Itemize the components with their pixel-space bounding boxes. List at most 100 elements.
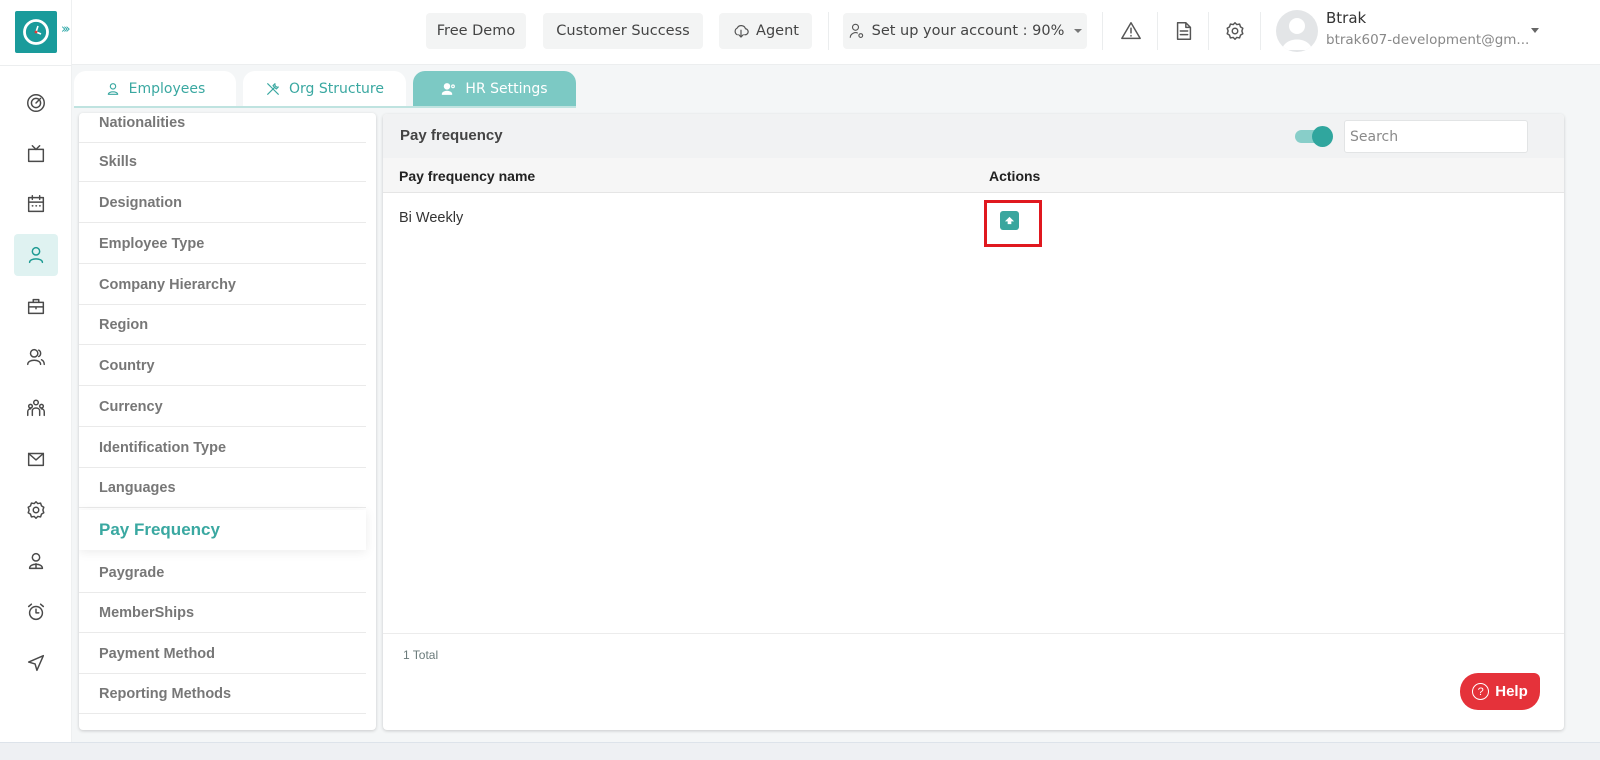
menu-item-label: Languages [99,479,176,496]
gear-icon [1226,22,1244,40]
free-demo-label: Free Demo [436,23,516,39]
menu-item-region[interactable]: Region [79,305,366,345]
document-icon [1176,22,1192,40]
tabs-underline [74,106,576,108]
panel-title: Pay frequency [400,127,503,144]
menu-item-company-hierarchy[interactable]: Company Hierarchy [79,265,366,305]
avatar[interactable] [1276,10,1318,52]
pay-frequency-name-cell: Bi Weekly [399,210,464,226]
user-menu-caret-icon[interactable] [1531,28,1539,33]
users-icon [27,348,45,366]
agent-button[interactable]: Agent [719,13,812,49]
rail-item-profile[interactable] [14,540,58,582]
app-logo[interactable] [15,11,57,53]
left-rail: ››› [0,0,72,760]
user-settings-icon [442,83,456,95]
warning-icon [1121,22,1141,40]
document-button[interactable] [1171,18,1197,44]
rail-item-timer[interactable] [14,591,58,633]
settings-icon [27,501,45,519]
footer-divider [383,633,1564,634]
rail-item-users[interactable] [14,336,58,378]
pay-frequency-panel: Pay frequency Pay frequency name Actions… [383,114,1564,730]
chevron-down-icon [1074,29,1083,33]
top-separator [1260,12,1261,50]
help-button[interactable]: ? Help [1460,673,1540,710]
profile-icon [28,552,44,570]
hr-settings-menu: Nationalities Skills Designation Employe… [79,113,376,730]
menu-item-reporting-methods[interactable]: Reporting Methods [79,674,366,714]
menu-item-currency[interactable]: Currency [79,387,366,427]
menu-item-label: MemberShips [99,604,195,621]
menu-item-employee-type[interactable]: Employee Type [79,224,366,264]
rail-item-team[interactable] [14,387,58,429]
question-circle-icon: ? [1472,683,1490,700]
menu-item-label: Pay Frequency [99,520,220,539]
mail-icon [27,452,45,467]
table-header: Pay frequency name Actions [383,158,1564,193]
menu-item-label: Designation [99,194,182,211]
user-icon [28,246,44,264]
rail-item-calendar[interactable] [14,183,58,225]
rail-item-employees[interactable] [14,234,58,276]
menu-item-label: Paygrade [99,564,165,581]
agent-label: Agent [756,23,799,39]
menu-item-nationalities[interactable]: Nationalities [79,113,366,143]
rail-item-dashboard[interactable] [14,82,58,124]
menu-item-label: Region [99,316,149,333]
menu-item-label: Identification Type [99,439,227,456]
setup-account-dropdown[interactable]: Set up your account : 90% [843,13,1087,49]
rail-item-mail[interactable] [14,438,58,480]
menu-item-pay-frequency[interactable]: Pay Frequency [79,510,366,550]
menu-item-label: Reporting Methods [99,685,232,702]
menu-item-memberships[interactable]: MemberShips [79,593,366,633]
menu-item-designation[interactable]: Designation [79,183,366,223]
restore-button[interactable] [1000,211,1019,230]
tab-org-structure-label: Org Structure [289,81,384,97]
top-separator [1157,12,1158,50]
tab-hr-settings-label: HR Settings [465,81,548,97]
tab-hr-settings[interactable]: HR Settings [413,71,576,107]
menu-item-country[interactable]: Country [79,346,366,386]
menu-item-label: Employee Type [99,235,205,252]
table-row: Bi Weekly [383,194,1564,244]
expand-sidebar-icon[interactable]: ››› [61,22,70,37]
tools-icon [267,83,279,95]
free-demo-button[interactable]: Free Demo [426,13,526,49]
customer-success-button[interactable]: Customer Success [543,13,703,49]
user-setup-icon [849,23,863,38]
tab-employees-label: Employees [128,81,206,97]
archive-toggle[interactable] [1295,125,1333,147]
rail-item-projects[interactable] [14,285,58,327]
menu-item-paygrade[interactable]: Paygrade [79,553,366,593]
tab-org-structure[interactable]: Org Structure [243,71,406,107]
dashboard-icon [27,94,45,112]
column-header-name: Pay frequency name [399,168,536,184]
menu-item-label: Nationalities [99,114,186,131]
user-email: btrak607-development@gm... [1326,32,1530,48]
rail-item-settings[interactable] [14,489,58,531]
search-input[interactable] [1344,120,1528,153]
setup-account-label: Set up your account : 90% [871,23,1065,39]
menu-item-languages[interactable]: Languages [79,468,366,508]
total-count: 1 Total [403,648,439,662]
menu-item-identification-type[interactable]: Identification Type [79,428,366,468]
menu-item-skills[interactable]: Skills [79,142,366,182]
menu-item-label: Country [99,357,155,374]
tab-employees[interactable]: Employees [74,71,236,107]
user-icon [107,83,118,95]
clock-logo-icon [23,19,49,45]
menu-item-label: Payment Method [99,645,216,662]
user-name: Btrak [1326,9,1367,27]
rail-item-tv[interactable] [14,133,58,175]
top-separator [1208,12,1209,50]
rail-item-send[interactable] [14,642,58,684]
cloud-download-icon [734,25,749,38]
team-icon [27,399,45,417]
settings-button[interactable] [1222,18,1248,44]
menu-item-payment-method[interactable]: Payment Method [79,634,366,674]
tv-icon [27,145,45,163]
customer-success-label: Customer Success [556,23,690,39]
send-icon [27,654,45,672]
warning-button[interactable] [1118,18,1144,44]
